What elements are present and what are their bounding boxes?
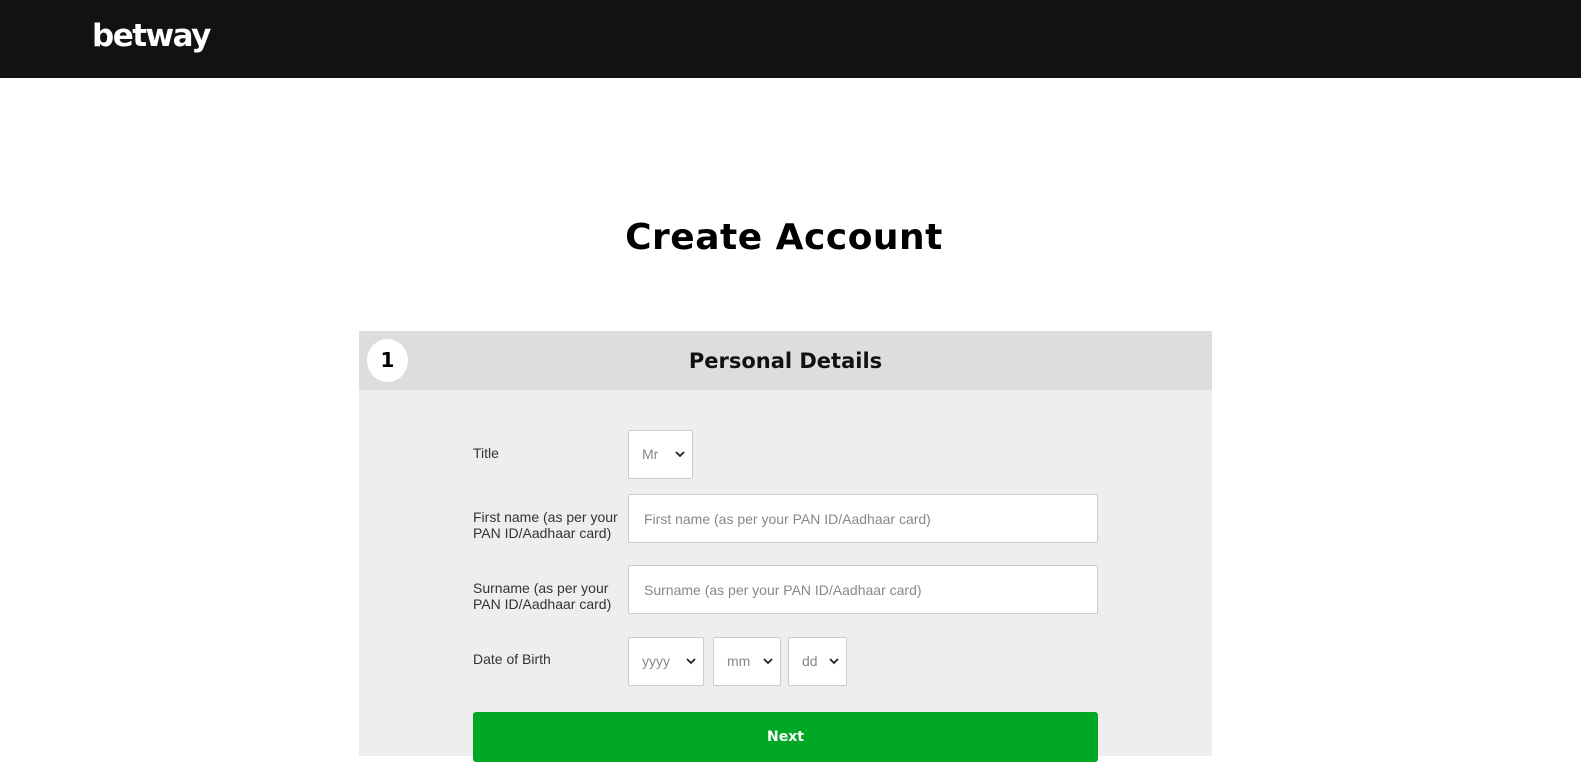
surname-label: Surname (as per your PAN ID/Aadhaar card… bbox=[473, 580, 612, 612]
birth-month-value: mm bbox=[727, 653, 751, 669]
chevron-down-icon bbox=[686, 658, 696, 665]
birth-day-select[interactable]: dd bbox=[788, 637, 847, 686]
panel-header: 1 Personal Details bbox=[359, 331, 1212, 390]
panel-title: Personal Details bbox=[688, 349, 883, 373]
personal-details-panel: 1 Personal Details Title Mr First name (… bbox=[359, 331, 1212, 762]
chevron-down-icon bbox=[829, 658, 839, 665]
page-title: Create Account bbox=[625, 217, 943, 258]
birth-month-select[interactable]: mm bbox=[713, 637, 781, 686]
first-name-input[interactable] bbox=[628, 494, 1098, 543]
birth-day-value: dd bbox=[802, 653, 818, 669]
betway-logo[interactable]: betway bbox=[92, 16, 211, 56]
chevron-down-icon bbox=[763, 658, 773, 665]
surname-input[interactable] bbox=[628, 565, 1098, 614]
title-label: Title bbox=[473, 445, 499, 461]
birth-year-value: yyyy bbox=[642, 653, 670, 669]
next-button[interactable]: Next bbox=[473, 712, 1098, 762]
date-of-birth-label: Date of Birth bbox=[473, 651, 551, 667]
first-name-label: First name (as per your PAN ID/Aadhaar c… bbox=[473, 509, 618, 541]
title-select[interactable]: Mr bbox=[628, 430, 693, 479]
title-select-value: Mr bbox=[642, 446, 659, 462]
top-navigation-bar: betway bbox=[0, 0, 1581, 78]
chevron-down-icon bbox=[675, 451, 685, 458]
birth-year-select[interactable]: yyyy bbox=[628, 637, 704, 686]
